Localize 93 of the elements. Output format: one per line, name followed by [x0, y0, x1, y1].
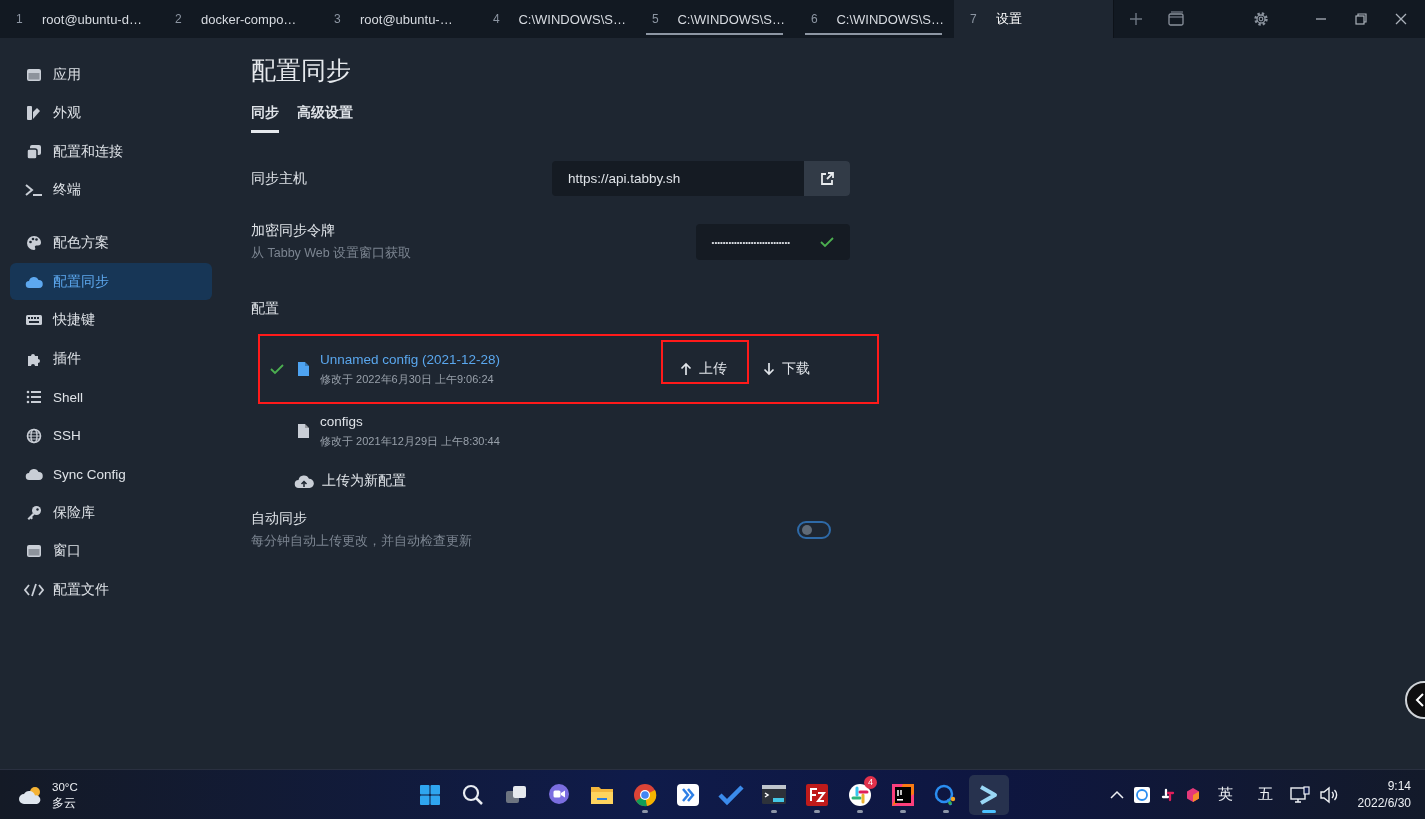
toggle-switch[interactable] — [797, 521, 831, 539]
sidebar-item[interactable]: 窗口 — [10, 532, 212, 570]
arrow-up-icon — [680, 362, 692, 376]
notification-badge: 4 — [864, 775, 877, 789]
input-method-indicator[interactable]: 英 — [1209, 785, 1241, 804]
terminal-tab[interactable]: 3 root@ubuntu-… — [318, 0, 477, 38]
external-link-icon — [819, 170, 835, 187]
field-hint: 每分钟自动上传更改，并自动检查更新 — [251, 533, 472, 550]
chevron-up-icon — [1109, 789, 1124, 800]
key-icon — [26, 504, 42, 521]
sidebar-item[interactable]: 外观 — [10, 94, 212, 132]
config-name: Unnamed config (2021-12-28) — [320, 351, 502, 367]
terminal-tab[interactable]: 2 docker-compo… — [159, 0, 318, 38]
temperature: 30°C — [52, 779, 78, 795]
sidebar-item[interactable]: SSH — [10, 417, 212, 454]
token-field[interactable]: •••••••••••••••••••••••••••• — [695, 224, 850, 260]
section-label: 配置 — [251, 300, 280, 318]
keyboard-icon — [25, 313, 43, 327]
plus-icon — [1128, 11, 1144, 27]
field-label: 加密同步令牌 — [251, 222, 336, 240]
restore-icon — [1354, 12, 1368, 26]
arrow-down-icon — [763, 362, 775, 376]
window-icon — [26, 543, 42, 559]
modified-time: 修改于 2022年6月30日 上午9:06:24 — [320, 371, 495, 387]
page-title: 配置同步 — [251, 55, 352, 86]
list-icon — [26, 389, 42, 405]
input-method-indicator[interactable]: 五 — [1249, 785, 1281, 804]
palette-icon — [26, 235, 42, 251]
sidebar-item[interactable]: 保险库 — [10, 494, 212, 531]
file-icon — [297, 423, 310, 439]
settings-tab[interactable]: 同步 — [251, 104, 279, 133]
check-icon — [820, 236, 834, 248]
upload-button[interactable]: 上传 — [664, 348, 743, 390]
globe-icon — [26, 427, 42, 444]
sidebar-item[interactable]: 配置和连接 — [10, 133, 212, 170]
field-label: 同步主机 — [251, 169, 307, 188]
network-icon — [1289, 785, 1310, 804]
terminal-tab[interactable]: 1 root@ubuntu-d… — [0, 0, 159, 38]
sidebar-item[interactable]: 应用 — [10, 56, 212, 93]
sidebar-item[interactable]: 快捷键 — [10, 301, 212, 339]
code-icon — [24, 581, 44, 598]
terminal-tab[interactable]: 7 设置 — [954, 0, 1113, 38]
settings-tab[interactable]: 高级设置 — [297, 104, 353, 133]
download-button[interactable]: 下载 — [747, 348, 826, 390]
sidebar-item[interactable]: 配色方案 — [10, 224, 212, 262]
chevron-left-icon — [1415, 693, 1425, 707]
settings-icon — [1252, 10, 1270, 28]
config-item[interactable]: Unnamed config (2021-12-28) 修改于 2022年6月30日 上午9:06:24 上传 下载 — [258, 338, 878, 400]
video-chat-icon — [547, 782, 571, 807]
chat-tray-icon — [1132, 785, 1151, 804]
clock-time: 9:14 — [1386, 777, 1411, 795]
hash-tray-icon — [1159, 786, 1176, 803]
sidebar-item[interactable]: 插件 — [10, 340, 212, 377]
config-item[interactable]: configs 修改于 2021年12月29日 上午8:30:44 — [258, 400, 878, 462]
sidebar-item[interactable]: 终端 — [10, 171, 212, 209]
sidebar-item[interactable]: 配置同步 — [10, 263, 212, 300]
upload-new-config-button[interactable]: 上传为新配置 — [258, 462, 406, 500]
checkmark-icon — [718, 782, 744, 807]
terminal-tab[interactable]: 5 C:\WINDOWS\S… — [636, 0, 795, 38]
sidebar-item[interactable]: 配置文件 — [10, 571, 212, 608]
search-icon — [461, 782, 485, 807]
app-icon — [676, 782, 700, 807]
windows-logo-icon — [418, 782, 442, 807]
open-external-button[interactable] — [804, 161, 850, 196]
config-name: configs — [320, 413, 364, 429]
close-icon — [1394, 12, 1408, 26]
sidebar-item[interactable]: Sync Config — [10, 455, 212, 493]
file-icon — [297, 361, 310, 377]
cloud-upload-icon — [294, 473, 314, 489]
prompt-icon — [25, 182, 43, 198]
clock-date: 2022/6/30 — [1357, 794, 1411, 812]
ftp-client-icon — [805, 782, 829, 807]
browser-icon — [633, 782, 657, 807]
ide-icon — [891, 782, 915, 807]
cube-icon — [1184, 786, 1201, 803]
modified-time: 修改于 2021年12月29日 上午8:30:44 — [320, 433, 501, 449]
cloud-icon — [25, 467, 43, 481]
taskbar-app[interactable]: 4 — [840, 774, 880, 815]
window-icon — [26, 66, 42, 83]
copy-icon — [26, 143, 42, 160]
terminal-tab[interactable]: 4 C:\WINDOWS\S… — [477, 0, 636, 38]
field-hint: 从 Tabby Web 设置窗口获取 — [251, 245, 412, 262]
terminal-icon — [761, 782, 787, 807]
weather-text: 多云 — [52, 795, 77, 811]
taskbar-app[interactable] — [969, 774, 1009, 815]
sidebar-item[interactable]: Shell — [10, 378, 212, 416]
check-icon — [270, 363, 284, 375]
windows-icon — [1167, 11, 1185, 27]
brush-icon — [26, 105, 42, 121]
cloud-icon — [25, 274, 43, 289]
terminal-tab[interactable]: 6 C:\WINDOWS\S… — [795, 0, 954, 38]
field-label: 自动同步 — [251, 510, 308, 528]
volume-icon — [1318, 785, 1339, 804]
